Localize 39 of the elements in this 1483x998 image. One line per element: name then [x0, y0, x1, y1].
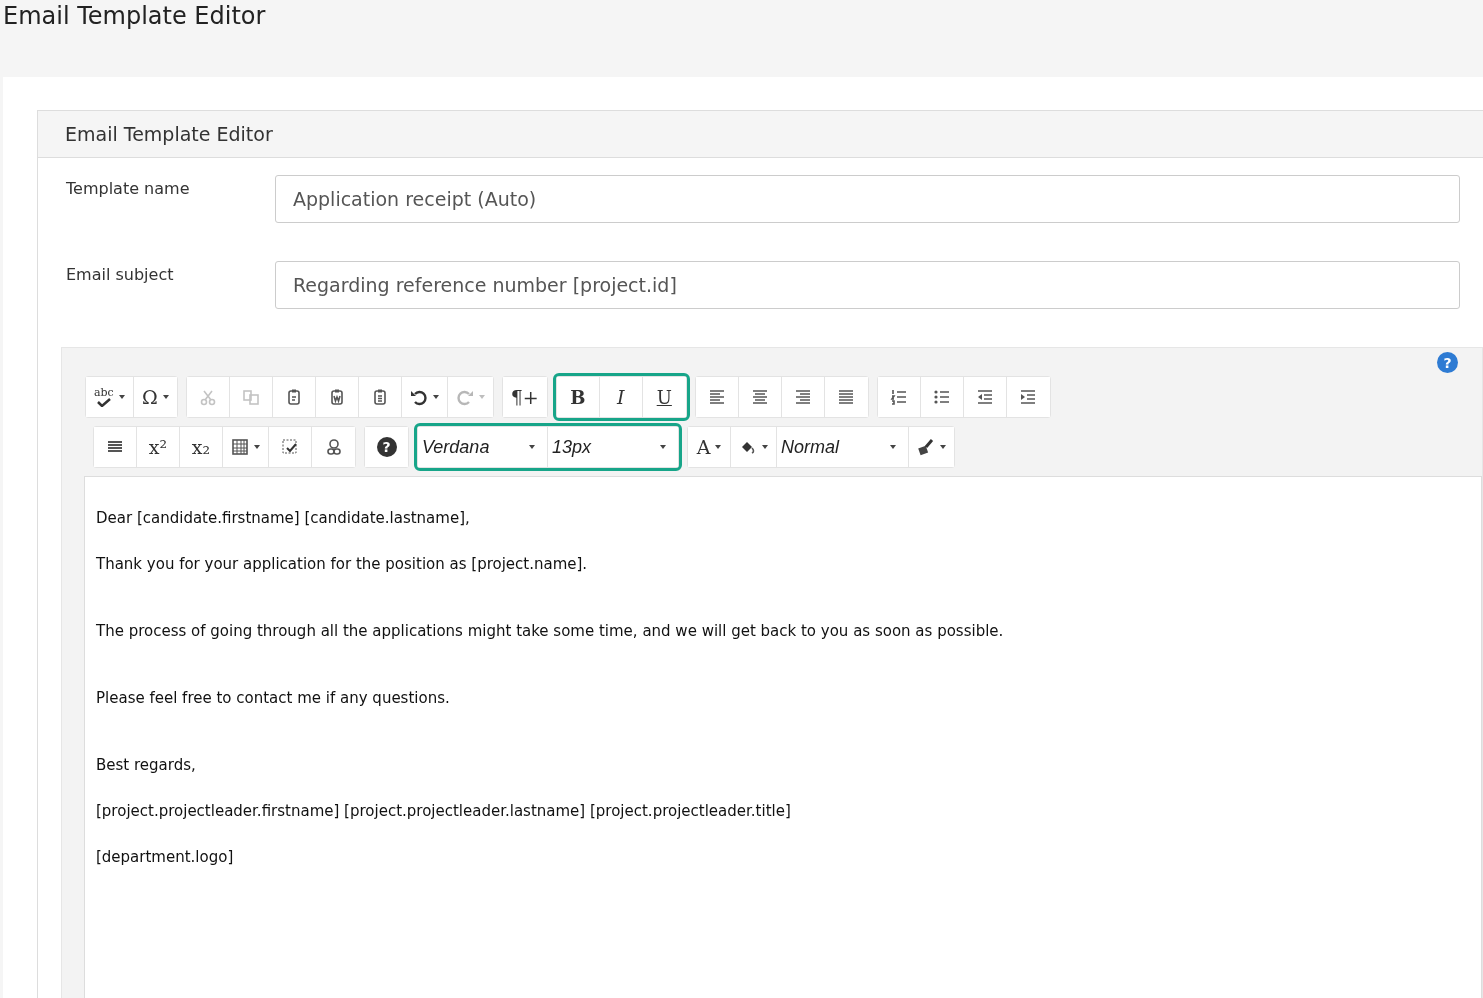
format-button[interactable]: ¶+ [502, 377, 547, 417]
spellcheck-button[interactable]: abc [86, 377, 134, 417]
align-center-icon [750, 388, 769, 406]
body-paragraph: Best regards, [96, 755, 197, 774]
body-paragraph: The process of going through all the applications might take some time, and we will get back to you as soon as possible. [96, 621, 1005, 640]
bold-button[interactable]: B [556, 377, 600, 417]
numbered-list-button[interactable] [877, 377, 921, 417]
body-paragraph: Dear [candidate.firstname] [candidate.lastname], [96, 509, 471, 527]
body-paragraph: [project.projectleader.firstname] [project.projectleader.lastname] [project.projectleader.title] [96, 802, 792, 820]
text-input[interactable]: Application receipt (Auto) [275, 175, 1460, 223]
paintbrush-icon [917, 438, 935, 456]
field-label: Email subject [66, 264, 175, 284]
paragraph-button[interactable] [94, 427, 137, 467]
select-all-icon [281, 438, 299, 456]
help-badge[interactable]: ? [1437, 352, 1458, 373]
field-label: Template name [66, 178, 191, 198]
numbered-list-icon [889, 388, 908, 406]
text-color-button[interactable]: A [688, 427, 731, 467]
body-paragraph: Please feel free to contact me if any questions. [96, 688, 451, 707]
body-paragraph: [department.logo] [96, 848, 235, 866]
page-title: Email Template Editor [2, 1, 267, 32]
check-icon [95, 398, 112, 407]
table-icon [231, 438, 249, 456]
card-title: Email Template Editor [38, 111, 1483, 158]
dropdown-select[interactable]: Verdana [418, 427, 548, 467]
redo-icon [455, 388, 474, 406]
bullet-list-icon [932, 388, 951, 406]
text-input[interactable]: Regarding reference number [project.id] [275, 261, 1460, 309]
justify-icon [837, 388, 856, 406]
align-right-icon [793, 388, 812, 406]
scissors-icon [198, 388, 217, 406]
undo-icon [409, 388, 428, 406]
align-left-button[interactable] [695, 377, 739, 417]
body-paragraph: Thank you for your application for the position as [project.name]. [96, 555, 589, 573]
indent-icon [1019, 388, 1038, 406]
align-left-icon [707, 388, 726, 406]
outdent-icon [975, 388, 994, 406]
copy-icon [241, 388, 260, 406]
help-button[interactable]: ? [365, 427, 408, 467]
